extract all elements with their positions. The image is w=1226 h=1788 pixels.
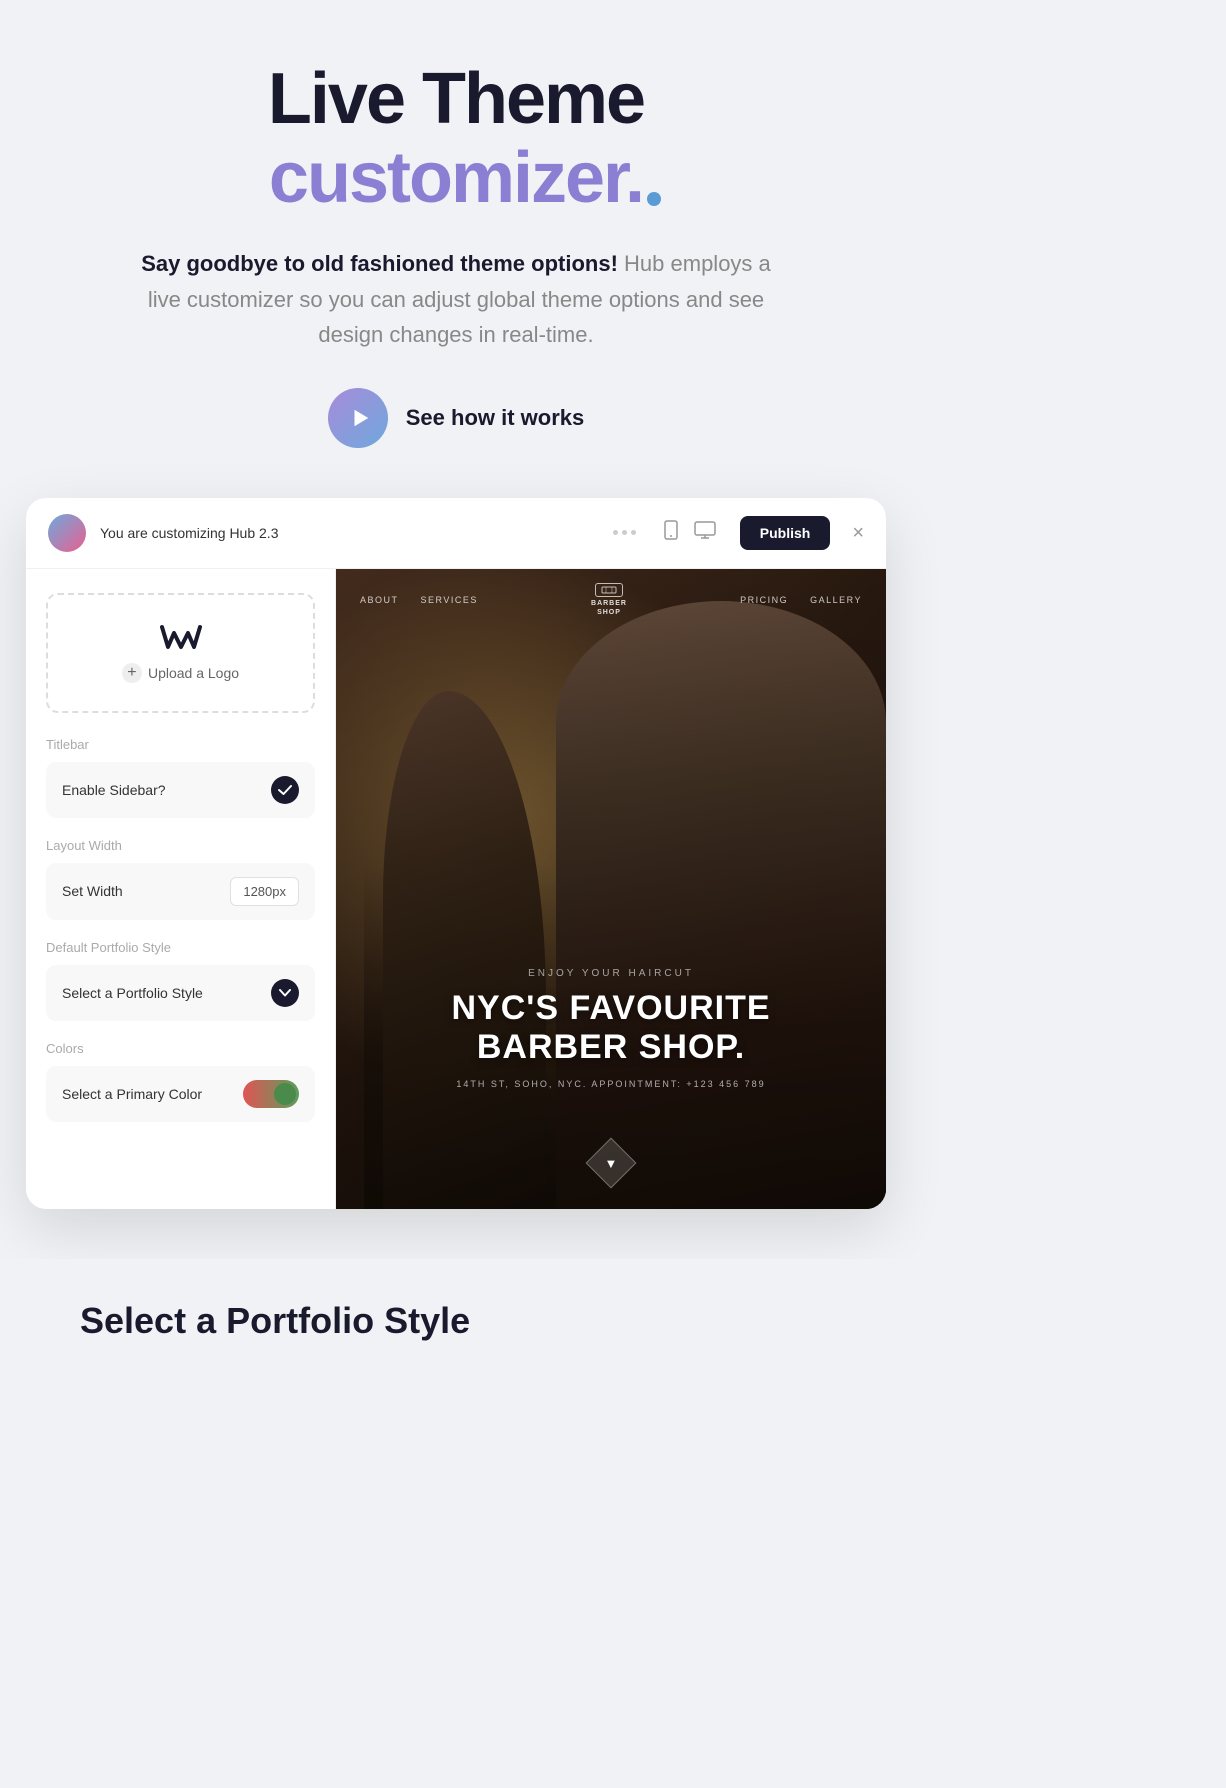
nav-pricing: PRICING (740, 595, 788, 605)
right-panel: ABOUT SERVICES BARBERSHOP (336, 569, 886, 1209)
select-portfolio-heading: Select a Portfolio Style (80, 1299, 832, 1342)
select-color-label: Select a Primary Color (62, 1086, 202, 1102)
diamond-shape: ▼ (586, 1137, 637, 1188)
color-toggle[interactable] (243, 1080, 299, 1108)
preview-content: ENJOY YOUR HAIRCUT NYC'S FAVOURITE BARBE… (336, 968, 886, 1089)
upload-logo-button[interactable]: + Upload a Logo (68, 663, 293, 683)
hero-title-line2: customizer. (269, 139, 643, 218)
logo-upload-area: + Upload a Logo (46, 593, 315, 713)
left-panel: + Upload a Logo Titlebar Enable Sidebar? (26, 569, 336, 1209)
portfolio-dropdown[interactable] (271, 979, 299, 1007)
mobile-icon[interactable] (662, 520, 680, 545)
dot-3 (631, 530, 636, 535)
nav-about: ABOUT (360, 595, 399, 605)
hero-desc-bold: Say goodbye to old fashioned theme optio… (141, 251, 618, 276)
logo-icon (68, 623, 293, 651)
play-row: See how it works (80, 388, 832, 448)
nav-logo-icon (595, 583, 623, 597)
layout-width-label: Layout Width (46, 838, 315, 853)
preview-image: ABOUT SERVICES BARBERSHOP (336, 569, 886, 1209)
enable-sidebar-checkbox[interactable] (271, 776, 299, 804)
colors-row: Select a Primary Color (46, 1066, 315, 1122)
portfolio-style-row: Select a Portfolio Style (46, 965, 315, 1021)
nav-logo-text: BARBERSHOP (591, 599, 627, 617)
headline-line1: NYC'S FAVOURITE (366, 989, 856, 1028)
widget-body: + Upload a Logo Titlebar Enable Sidebar? (26, 569, 886, 1209)
colors-label: Colors (46, 1041, 315, 1056)
titlebar-label: Titlebar (46, 737, 315, 752)
width-value[interactable]: 1280px (230, 877, 299, 906)
play-label[interactable]: See how it works (406, 405, 585, 431)
diamond-inner: ▼ (605, 1155, 618, 1170)
layout-width-row: Set Width 1280px (46, 863, 315, 920)
hero-desc-brand: Hub (618, 251, 664, 276)
play-button[interactable] (328, 388, 388, 448)
hero-title-line1: Live Theme (80, 60, 832, 139)
widget-dots-menu[interactable] (613, 530, 636, 535)
widget-avatar (48, 514, 86, 552)
customizer-widget: You are customizing Hub 2.3 (26, 498, 886, 1209)
nav-logo: BARBERSHOP (591, 583, 627, 617)
widget-wrapper: You are customizing Hub 2.3 (0, 488, 912, 1259)
set-width-label: Set Width (62, 883, 123, 899)
hero-section: Live Theme customizer. Say goodbye to ol… (0, 0, 912, 488)
upload-logo-label: Upload a Logo (148, 665, 239, 681)
headline-line2: BARBER SHOP. (366, 1028, 856, 1067)
desktop-icon[interactable] (694, 521, 716, 544)
enable-sidebar-label: Enable Sidebar? (62, 782, 166, 798)
nav-links-left: ABOUT SERVICES (360, 595, 478, 605)
preview-diamond: ▼ (593, 1145, 629, 1181)
close-button[interactable]: × (852, 523, 864, 543)
nav-links-right: PRICING GALLERY (740, 595, 862, 605)
nav-gallery: GALLERY (810, 595, 862, 605)
device-icons (662, 520, 716, 545)
enable-sidebar-row: Enable Sidebar? (46, 762, 315, 818)
nav-services: SERVICES (421, 595, 478, 605)
dot-1 (613, 530, 618, 535)
widget-header: You are customizing Hub 2.3 (26, 498, 886, 569)
dot-2 (622, 530, 627, 535)
widget-title: You are customizing Hub 2.3 (100, 525, 599, 541)
select-portfolio-label: Select a Portfolio Style (62, 985, 203, 1001)
upload-plus-icon: + (122, 663, 142, 683)
bottom-section: Select a Portfolio Style (0, 1259, 912, 1382)
publish-button[interactable]: Publish (740, 516, 831, 550)
enjoy-text: ENJOY YOUR HAIRCUT (366, 968, 856, 979)
hero-description: Say goodbye to old fashioned theme optio… (126, 246, 786, 352)
address-text: 14TH ST, SOHO, NYC. APPOINTMENT: +123 45… (366, 1079, 856, 1089)
main-headline: NYC'S FAVOURITE BARBER SHOP. (366, 989, 856, 1067)
portfolio-style-label: Default Portfolio Style (46, 940, 315, 955)
preview-nav: ABOUT SERVICES BARBERSHOP (336, 569, 886, 631)
